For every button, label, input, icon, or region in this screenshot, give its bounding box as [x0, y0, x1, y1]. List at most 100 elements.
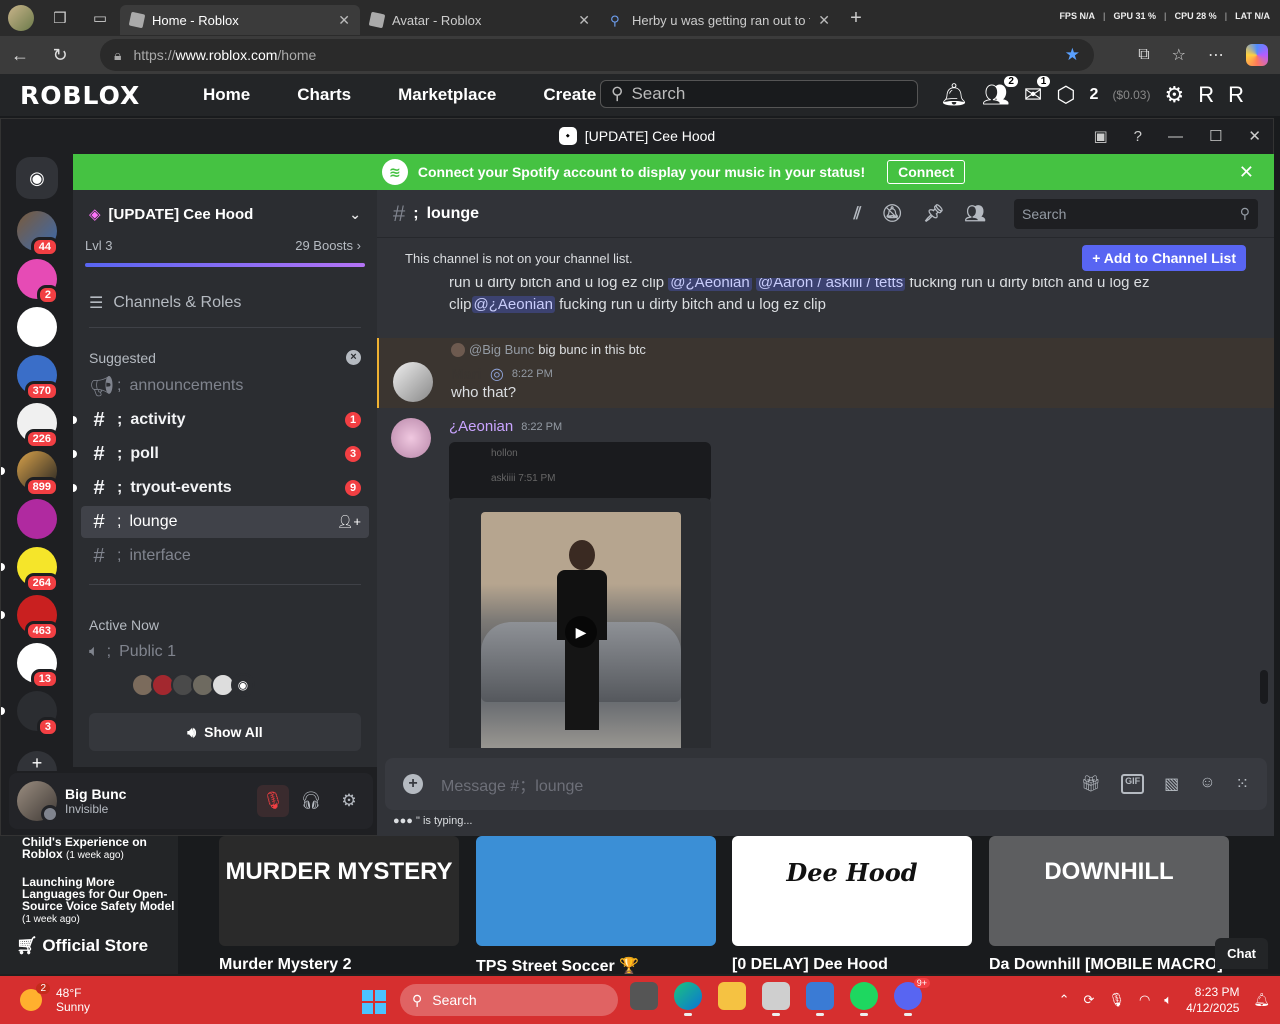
- file-explorer-icon[interactable]: [718, 982, 746, 1010]
- start-button-icon[interactable]: [362, 990, 386, 1014]
- user-mention[interactable]: @¿Aeonian: [471, 296, 555, 313]
- nav-marketplace[interactable]: Marketplace: [398, 85, 496, 105]
- close-banner-icon[interactable]: ✕: [1239, 162, 1254, 183]
- spotify-connect-button[interactable]: Connect: [887, 160, 966, 184]
- message-composer[interactable]: + Message #；lounge 🎁︎ GIF ▧ ☺ ⁙: [385, 758, 1267, 810]
- url-field[interactable]: 🔒︎ https://www.roblox.com/home ★: [100, 39, 1094, 71]
- apps-icon[interactable]: ⁙: [1236, 774, 1249, 794]
- extensions-icon[interactable]: ⧉: [1138, 46, 1149, 64]
- server-icon-9[interactable]: 463: [1, 595, 59, 641]
- gif-icon[interactable]: GIF: [1121, 774, 1145, 794]
- show-all-button[interactable]: 🔊︎ Show All: [89, 713, 361, 751]
- profile-avatar[interactable]: [8, 5, 34, 31]
- user-mention[interactable]: @Aaron / askiiii / tetts: [755, 278, 906, 291]
- server-icon-6[interactable]: 899: [1, 451, 59, 497]
- add-server-icon[interactable]: +: [17, 751, 57, 773]
- avatar[interactable]: [393, 362, 433, 402]
- server-icon-7[interactable]: [17, 499, 57, 539]
- emoji-icon[interactable]: ☺: [1199, 774, 1215, 794]
- author-name[interactable]: ¿Aeonian: [449, 418, 513, 435]
- news-item[interactable]: Launching More Languages for Our Open-So…: [22, 876, 178, 926]
- tab-actions-icon[interactable]: ▭: [80, 0, 120, 36]
- news-item[interactable]: Child's Experience on Roblox (1 week ago…: [22, 836, 178, 862]
- taskbar-search[interactable]: ⚲ Search: [400, 984, 618, 1016]
- threads-icon[interactable]: ⫽: [854, 204, 862, 224]
- official-store-link[interactable]: 🛒︎ Official Store: [16, 936, 148, 956]
- message-aeonian[interactable]: ¿Aeonian 8:22 PM hollon askiiii 7:51 PM …: [377, 408, 1274, 748]
- sync-icon[interactable]: ⟳: [1084, 992, 1095, 1008]
- close-icon[interactable]: ✕: [818, 12, 830, 29]
- nav-create[interactable]: Create: [543, 85, 596, 105]
- server-icon-2[interactable]: 2: [17, 259, 59, 305]
- notifications-bell-icon[interactable]: 🔔︎: [940, 82, 968, 108]
- microphone-icon[interactable]: 🎙︎: [1108, 992, 1125, 1008]
- game-thumbnail[interactable]: DOWNHILL: [989, 836, 1229, 946]
- sticker-icon[interactable]: ▧: [1164, 774, 1179, 794]
- close-window-icon[interactable]: ✕: [1248, 127, 1261, 145]
- more-menu-icon[interactable]: ⋯: [1208, 45, 1224, 65]
- video-attachment[interactable]: ▶: [449, 498, 711, 748]
- channel-interface[interactable]: #; interface: [81, 540, 369, 572]
- voice-participants[interactable]: ◉: [73, 661, 377, 697]
- channel-activity[interactable]: #; activity 1: [73, 404, 369, 436]
- spotify-icon[interactable]: [850, 982, 878, 1016]
- add-to-channel-list-button[interactable]: + Add to Channel List: [1082, 245, 1246, 271]
- messages-icon[interactable]: ✉︎ 1: [1024, 76, 1051, 108]
- user-settings-gear-icon[interactable]: ⚙︎: [333, 785, 365, 817]
- boost-progress-row[interactable]: Lvl 3 29 Boosts ›: [73, 238, 377, 253]
- workspaces-icon[interactable]: ❒: [40, 0, 80, 36]
- author-name[interactable]: Mari: [451, 366, 482, 383]
- pin-icon[interactable]: 📌︎: [923, 204, 945, 224]
- attach-plus-icon[interactable]: +: [403, 774, 423, 794]
- notification-bell-icon[interactable]: 🔔︎: [1253, 992, 1270, 1008]
- voice-channel-public-1[interactable]: 🔈︎ ; Public 1: [73, 633, 377, 661]
- message-highlighted[interactable]: @Big Bunc big bunc in this btc Mari ◎ 8:…: [377, 338, 1274, 408]
- tab-home-roblox[interactable]: Home - Roblox ✕: [120, 5, 360, 35]
- copilot-icon[interactable]: [1246, 44, 1268, 66]
- gift-icon[interactable]: 🎁︎: [1081, 774, 1101, 794]
- server-icon-5[interactable]: 226: [17, 403, 59, 449]
- channels-and-roles[interactable]: ☰ Channels & Roles: [73, 267, 377, 313]
- reply-reference[interactable]: @Big Bunc big bunc in this btc: [451, 342, 646, 357]
- avatar[interactable]: [17, 781, 59, 823]
- rolimons-extension-icon[interactable]: R: [1198, 82, 1214, 108]
- wifi-icon[interactable]: ◠: [1139, 992, 1150, 1008]
- channel-tryout-events[interactable]: #; tryout-events 9: [73, 472, 369, 504]
- roblox-app-icon[interactable]: [762, 982, 790, 1016]
- help-icon[interactable]: ?: [1134, 128, 1142, 145]
- nav-charts[interactable]: Charts: [297, 85, 351, 105]
- task-manager-icon[interactable]: [806, 982, 834, 1016]
- new-tab-button[interactable]: +: [840, 7, 872, 30]
- game-title[interactable]: Murder Mystery 2: [219, 956, 352, 974]
- game-thumbnail[interactable]: Dee Hood: [732, 836, 972, 946]
- channel-lounge[interactable]: #; lounge 👤︎+: [81, 506, 369, 538]
- favorites-icon[interactable]: ☆: [1172, 45, 1186, 65]
- server-icon-8[interactable]: 264: [1, 547, 59, 593]
- robux-icon[interactable]: ⬡: [1056, 82, 1075, 108]
- maximize-icon[interactable]: ☐: [1209, 127, 1222, 145]
- message-input[interactable]: Message #；lounge: [441, 772, 583, 796]
- volume-icon[interactable]: 🔈︎: [1164, 992, 1172, 1008]
- chevron-up-icon[interactable]: ⌃: [1059, 992, 1070, 1008]
- robux-balance[interactable]: 2: [1090, 86, 1099, 104]
- tab-avatar-roblox[interactable]: Avatar - Roblox ✕: [360, 5, 600, 35]
- server-header[interactable]: ◈ [UPDATE] Cee Hood ⌄: [73, 190, 377, 238]
- back-arrow-icon[interactable]: ←: [0, 45, 40, 66]
- dismiss-suggested-icon[interactable]: ×: [346, 350, 361, 365]
- friends-icon[interactable]: 👥︎ 2: [982, 76, 1018, 108]
- server-icon-1[interactable]: 44: [17, 211, 59, 257]
- roblox-logo[interactable]: ROBLOX: [20, 81, 180, 110]
- game-thumbnail[interactable]: MURDER MYSTERY: [219, 836, 459, 946]
- server-icon-4[interactable]: 370: [17, 355, 59, 401]
- screenshot-attachment[interactable]: hollon askiiii 7:51 PM: [449, 442, 711, 502]
- server-icon-3[interactable]: [17, 307, 57, 347]
- roblox-search-input[interactable]: ⚲ Search: [600, 80, 918, 108]
- user-mention[interactable]: @¿Aeonian: [668, 278, 752, 291]
- server-icon-10[interactable]: 13: [17, 643, 59, 689]
- headphones-icon[interactable]: 🎧︎: [295, 785, 327, 817]
- inbox-icon[interactable]: ▣: [1093, 127, 1107, 145]
- game-title[interactable]: TPS Street Soccer 🏆: [476, 956, 639, 974]
- game-thumbnail[interactable]: [476, 836, 716, 946]
- clock[interactable]: 8:23 PM 4/12/2025: [1186, 984, 1239, 1016]
- server-icon-11[interactable]: 3: [1, 691, 59, 737]
